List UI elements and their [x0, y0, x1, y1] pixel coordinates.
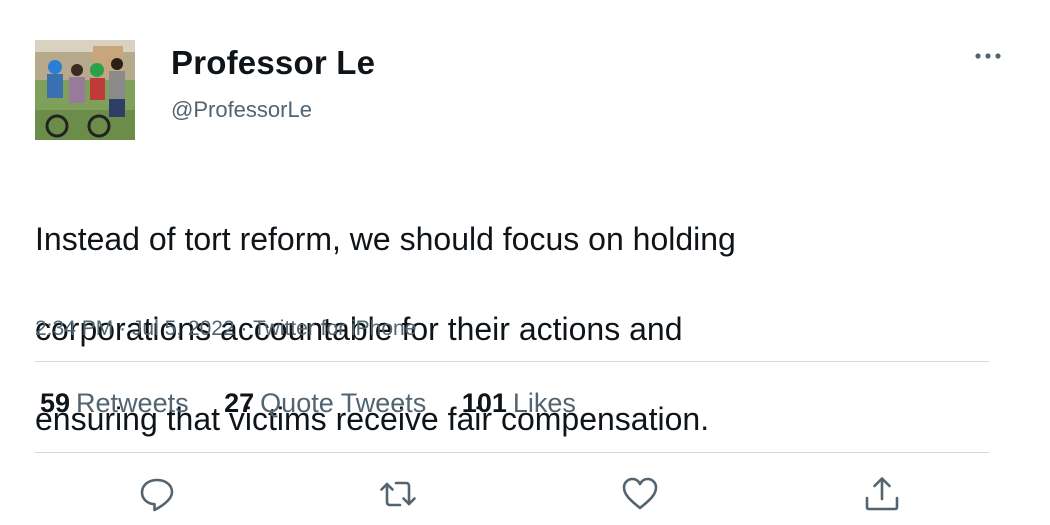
ellipsis-icon	[975, 53, 1001, 59]
retweets-label: Retweets	[76, 388, 189, 418]
tweet-date[interactable]: Jul 5, 2022	[132, 317, 235, 340]
like-button[interactable]	[620, 474, 660, 514]
avatar[interactable]	[35, 40, 135, 140]
quote-tweets-label: Quote Tweets	[260, 388, 427, 418]
author-display-name[interactable]: Professor Le	[171, 44, 375, 82]
engagement-stats: 59 Retweets 27 Quote Tweets 101 Likes	[40, 388, 604, 419]
tweet-source[interactable]: Twitter for iPhone	[253, 317, 416, 340]
reply-icon	[140, 478, 174, 512]
retweet-button[interactable]	[378, 474, 418, 514]
meta-separator: ·	[240, 317, 248, 340]
author-handle[interactable]: @ProfessorLe	[171, 97, 312, 123]
more-options-button[interactable]	[972, 44, 1004, 68]
retweet-icon	[380, 481, 416, 507]
divider	[35, 452, 989, 453]
likes-label: Likes	[512, 388, 576, 418]
divider	[35, 361, 989, 362]
tweet-card: Professor Le @ProfessorLe Instead of tor…	[0, 0, 1050, 525]
share-button[interactable]	[862, 474, 902, 514]
tweet-metadata: 2:34 PM · Jul 5, 2022 · Twitter for iPho…	[35, 317, 416, 341]
retweets-stat[interactable]: 59 Retweets	[40, 388, 189, 419]
share-icon	[865, 477, 899, 511]
likes-stat[interactable]: 101 Likes	[462, 388, 576, 419]
heart-icon	[622, 477, 658, 510]
likes-count: 101	[461, 388, 507, 418]
tweet-time[interactable]: 2:34 PM	[35, 317, 113, 340]
quote-tweets-stat[interactable]: 27 Quote Tweets	[224, 388, 426, 419]
retweets-count: 59	[40, 388, 71, 418]
tweet-text-line: Instead of tort reform, we should focus …	[35, 221, 736, 257]
quote-tweets-count: 27	[224, 388, 255, 418]
meta-separator: ·	[119, 317, 127, 340]
reply-button[interactable]	[137, 474, 177, 514]
